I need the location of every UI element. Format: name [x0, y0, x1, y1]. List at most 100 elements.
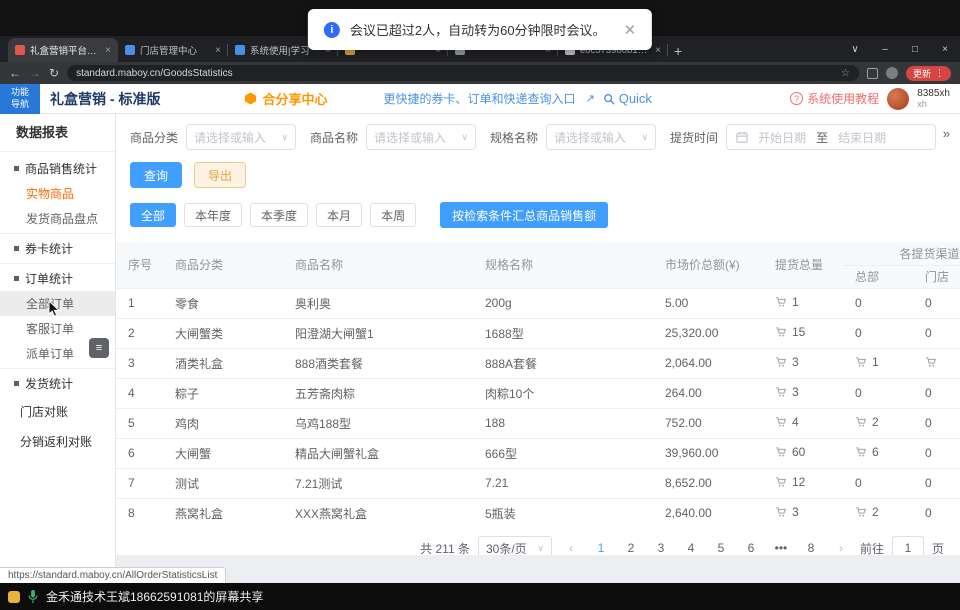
table-header: 序号 商品分类 商品名称 规格名称 市场价总额(¥) 提货总量 各提货渠道 总部… — [116, 242, 960, 288]
sidebar-item-goods-sales-stats[interactable]: 商品销售统计 — [0, 156, 115, 181]
cart-icon — [775, 506, 787, 518]
header-market-total: 市场价总额(¥) — [653, 242, 763, 288]
sidebar-item-distribution-rebate[interactable]: 分销返利对账 — [0, 426, 115, 456]
screen: i 会议已超过2人，自动转为60分钟限时会议。 ✕ 礼盒营销平台管理中心 × 门… — [0, 0, 960, 610]
toast-message: 会议已超过2人，自动转为60分钟限时会议。 — [350, 20, 606, 39]
cart-icon — [775, 326, 787, 338]
cart-icon — [775, 416, 787, 428]
share-center-link[interactable]: 合分享中心 — [244, 89, 327, 108]
quick-tab-quarter[interactable]: 本季度 — [250, 203, 308, 227]
user-alias: xh — [917, 99, 950, 109]
name-select[interactable]: 请选择或输入 ∨ — [366, 124, 476, 150]
quick-filter-row: 全部 本年度 本季度 本月 本周 按检索条件汇总商品销售额 — [116, 196, 960, 234]
quick-tab-all[interactable]: 全部 — [130, 203, 176, 227]
chevron-down-icon: ∨ — [461, 132, 468, 143]
window-controls: ∨ – □ × — [840, 36, 960, 62]
date-range-picker[interactable]: 开始日期 至 结束日期 — [726, 124, 936, 150]
sidebar-item-shipping-stats[interactable]: 发货统计 — [0, 371, 115, 396]
quick-search-link[interactable]: Quick — [603, 91, 652, 106]
share-center-label: 合分享中心 — [262, 89, 327, 108]
info-icon: i — [324, 22, 340, 38]
toast-close-icon[interactable]: ✕ — [624, 21, 637, 39]
goto-label: 前往 — [860, 540, 884, 557]
header-category: 商品分类 — [163, 242, 283, 288]
cart-icon — [775, 356, 787, 368]
quick-entry-link[interactable]: 更快捷的券卡、订单和快递查询入口 — [383, 90, 575, 107]
sidebar-item-shipment-inventory[interactable]: 发货商品盘点 — [0, 206, 115, 231]
sidebar-item-all-orders[interactable]: 全部订单 — [0, 291, 115, 316]
filter-label: 提货时间 — [670, 129, 718, 146]
share-bar-text: 金禾通技术王斌18662591081的屏幕共享 — [46, 588, 263, 605]
header-pickup-total: 提货总量 — [763, 242, 843, 288]
cart-icon — [775, 446, 787, 458]
divider — [0, 233, 115, 234]
extensions-icon[interactable] — [867, 68, 878, 79]
browser-update-button[interactable]: 更新 ⋮ — [906, 66, 951, 81]
sidebar: 数据报表 商品销售统计 实物商品 发货商品盘点 券卡统计 订单统计 — [0, 114, 116, 583]
chevron-down-icon: ∨ — [537, 543, 544, 554]
user-avatar[interactable] — [887, 88, 909, 110]
sidebar-item-coupon-stats[interactable]: 券卡统计 — [0, 236, 115, 261]
sidebar-item-order-stats[interactable]: 订单统计 — [0, 266, 115, 291]
tab-favicon — [15, 45, 25, 55]
tab-search-icon[interactable]: ∨ — [840, 36, 870, 62]
browser-tab-2[interactable]: 门店管理中心 × — [118, 38, 228, 62]
close-window-icon[interactable]: × — [930, 36, 960, 62]
menu-dots-icon: ⋮ — [935, 68, 944, 79]
table-row: 5 鸡肉 乌鸡188型 188 752.00 4 2 0 — [116, 408, 960, 438]
search-button[interactable]: 查询 — [130, 162, 182, 188]
reload-icon[interactable]: ↻ — [49, 66, 59, 80]
tab-close-icon[interactable]: × — [655, 45, 661, 56]
status-link: https://standard.maboy.cn/AllOrderStatis… — [0, 567, 226, 583]
forward-icon[interactable]: → — [29, 66, 41, 80]
url-text: standard.maboy.cn/GoodsStatistics — [76, 68, 835, 79]
filter-label: 商品分类 — [130, 129, 178, 146]
bullet-icon — [14, 246, 19, 251]
table-row: 7 测试 7.21测试 7.21 8,652.00 12 0 0 — [116, 468, 960, 498]
header-hq: 总部 — [843, 265, 913, 288]
tab-favicon — [125, 45, 135, 55]
back-icon[interactable]: ← — [9, 66, 21, 80]
update-label: 更新 — [913, 67, 931, 80]
quick-tab-week[interactable]: 本周 — [370, 203, 416, 227]
date-separator: 至 — [816, 129, 828, 146]
table-row: 4 粽子 五芳斋肉粽 肉粽10个 264.00 3 0 0 — [116, 378, 960, 408]
function-nav-toggle[interactable]: 功能导航 — [0, 84, 40, 114]
cart-icon — [855, 416, 867, 428]
browser-profile-avatar[interactable] — [886, 67, 898, 79]
cart-icon — [925, 356, 937, 368]
url-field[interactable]: standard.maboy.cn/GoodsStatistics ☆ — [67, 65, 859, 81]
category-select[interactable]: 请选择或输入 ∨ — [186, 124, 296, 150]
action-button-row: 查询 导出 — [116, 154, 960, 196]
spec-select[interactable]: 请选择或输入 ∨ — [546, 124, 656, 150]
sidebar-item-physical-goods[interactable]: 实物商品 — [0, 181, 115, 206]
quick-tab-month[interactable]: 本月 — [316, 203, 362, 227]
chevron-down-icon: ∨ — [641, 132, 648, 143]
sidebar-collapse-handle[interactable]: ≡ — [89, 338, 109, 358]
bookmark-star-icon[interactable]: ☆ — [841, 68, 850, 79]
date-end-placeholder: 结束日期 — [838, 129, 886, 146]
cart-icon — [855, 446, 867, 458]
header-store: 门店 — [913, 265, 960, 288]
tab-label: 礼盒营销平台管理中心 — [30, 43, 100, 57]
tab-close-icon[interactable]: × — [215, 45, 221, 56]
tab-close-icon[interactable]: × — [105, 45, 111, 56]
filter-label: 商品名称 — [310, 129, 358, 146]
sidebar-item-store-reconciliation[interactable]: 门店对账 — [0, 396, 115, 426]
export-button[interactable]: 导出 — [194, 162, 246, 188]
collapse-filters-icon[interactable]: » — [943, 126, 950, 141]
table-row: 8 燕窝礼盒 XXX燕窝礼盒 5瓶装 2,640.00 3 2 0 — [116, 498, 960, 524]
minimize-icon[interactable]: – — [870, 36, 900, 62]
divider — [0, 368, 115, 369]
screen-share-bar: 金禾通技术王斌18662591081的屏幕共享 — [0, 583, 960, 610]
filter-label: 规格名称 — [490, 129, 538, 146]
quick-tab-year[interactable]: 本年度 — [184, 203, 242, 227]
summary-button[interactable]: 按检索条件汇总商品销售额 — [440, 202, 608, 228]
tutorial-link[interactable]: ? 系统使用教程 — [790, 90, 879, 107]
table-row: 1 零食 奥利奥 200g 5.00 1 0 0 — [116, 288, 960, 318]
browser-tab-1[interactable]: 礼盒营销平台管理中心 × — [8, 38, 118, 62]
main-area: 数据报表 商品销售统计 实物商品 发货商品盘点 券卡统计 订单统计 — [0, 114, 960, 583]
maximize-icon[interactable]: □ — [900, 36, 930, 62]
cart-icon — [855, 356, 867, 368]
new-tab-button[interactable]: + — [674, 43, 682, 59]
